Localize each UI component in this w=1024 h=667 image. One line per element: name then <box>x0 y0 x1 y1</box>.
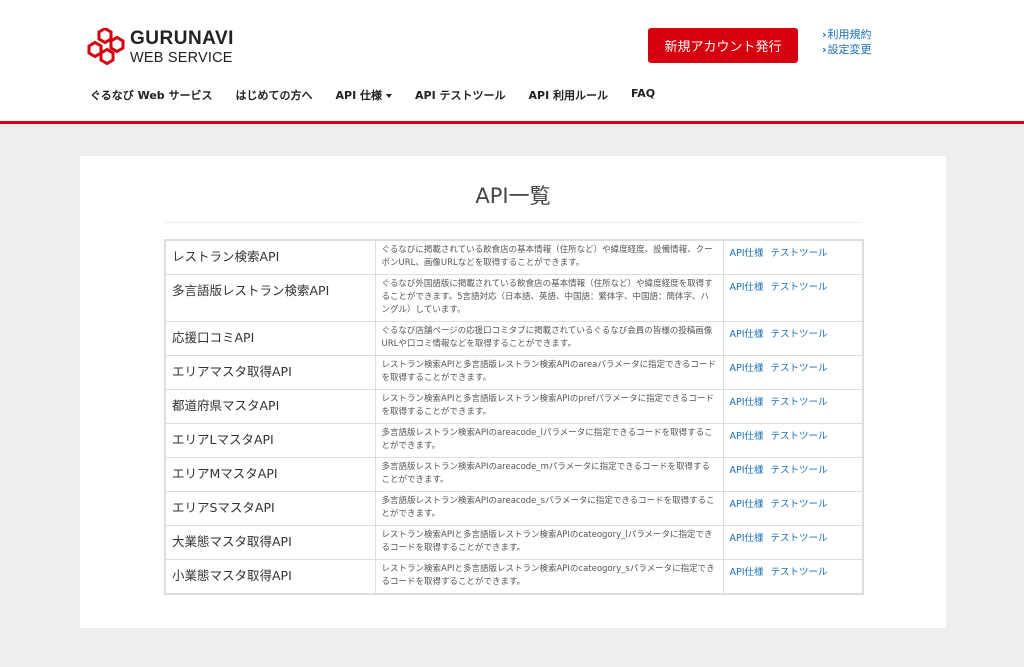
test-tool-link[interactable]: テストツール <box>771 533 828 544</box>
api-description: ぐるなびに掲載されている飲食店の基本情報（住所など）や緯度経度、設備情報、クーポ… <box>374 239 724 275</box>
nav-item-faq[interactable]: FAQ <box>631 87 655 103</box>
api-name: 大業態マスタ取得API <box>164 524 376 560</box>
test-tool-link[interactable]: テストツール <box>771 282 828 293</box>
api-description: レストラン検索APIと多言語版レストラン検索APIのprefパラメータに指定でき… <box>374 388 724 424</box>
api-links: API仕様 テストツール <box>722 558 864 595</box>
api-spec-link[interactable]: API仕様 <box>730 248 764 259</box>
test-tool-link[interactable]: テストツール <box>771 465 828 476</box>
api-spec-link[interactable]: API仕様 <box>730 363 764 374</box>
api-links: API仕様 テストツール <box>722 388 864 424</box>
api-name: エリアマスタ取得API <box>164 354 376 390</box>
table-row: 大業態マスタ取得API レストラン検索APIと多言語版レストラン検索APIのcat… <box>164 524 864 560</box>
api-links: API仕様 テストツール <box>722 524 864 560</box>
api-description: レストラン検索APIと多言語版レストラン検索APIのcateogory_lパラメ… <box>374 524 724 560</box>
api-description: レストラン検索APIと多言語版レストラン検索APIのareaパラメータに指定でき… <box>374 354 724 390</box>
api-table-body: レストラン検索API ぐるなびに掲載されている飲食店の基本情報（住所など）や緯度経… <box>164 239 864 595</box>
api-links: API仕様 テストツール <box>722 239 864 275</box>
test-tool-link[interactable]: テストツール <box>771 363 828 374</box>
api-spec-link[interactable]: API仕様 <box>730 465 764 476</box>
chevron-right-icon: › <box>822 43 827 56</box>
settings-link[interactable]: ›設定変更 <box>822 42 872 57</box>
api-table: レストラン検索API ぐるなびに掲載されている飲食店の基本情報（住所など）や緯度経… <box>164 239 864 595</box>
api-links: API仕様 テストツール <box>722 422 864 458</box>
api-name: エリアLマスタAPI <box>164 422 376 458</box>
api-links: API仕様 テストツール <box>722 354 864 390</box>
table-row: エリアマスタ取得API レストラン検索APIと多言語版レストラン検索APIのare… <box>164 354 864 390</box>
table-row: エリアMマスタAPI 多言語版レストラン検索APIのareacode_mパラメータ… <box>164 456 864 492</box>
api-links: API仕様 テストツール <box>722 456 864 492</box>
api-spec-link[interactable]: API仕様 <box>730 282 764 293</box>
api-spec-link[interactable]: API仕様 <box>730 533 764 544</box>
table-row: レストラン検索API ぐるなびに掲載されている飲食店の基本情報（住所など）や緯度経… <box>164 239 864 275</box>
api-description: 多言語版レストラン検索APIのareacode_mパラメータに指定できるコードを… <box>374 456 724 492</box>
title-divider <box>164 222 862 223</box>
header-links: ›利用規約 ›設定変更 <box>822 27 872 57</box>
table-row: エリアLマスタAPI 多言語版レストラン検索APIのareacode_lパラメータ… <box>164 422 864 458</box>
table-row: 応援口コミAPI ぐるなび店舗ページの応援口コミタブに掲載されているぐるなび会員の… <box>164 320 864 356</box>
api-name: レストラン検索API <box>164 239 376 275</box>
table-row: 小業態マスタ取得API レストラン検索APIと多言語版レストラン検索APIのcat… <box>164 558 864 595</box>
page-title: API一覧 <box>475 184 551 208</box>
test-tool-link[interactable]: テストツール <box>771 248 828 259</box>
site-header: GURUNAVI WEB SERVICE 新規アカウント発行 ›利用規約 ›設定… <box>0 0 1024 124</box>
api-spec-link[interactable]: API仕様 <box>730 397 764 408</box>
brand-name: GURUNAVI <box>130 28 234 49</box>
test-tool-link[interactable]: テストツール <box>771 499 828 510</box>
nav-item-test-tool[interactable]: API テストツール <box>415 87 506 103</box>
terms-link[interactable]: ›利用規約 <box>822 27 872 42</box>
nav-item-beginners[interactable]: はじめての方へ <box>236 87 313 103</box>
api-name: 小業態マスタ取得API <box>164 558 376 595</box>
new-account-button[interactable]: 新規アカウント発行 <box>648 28 798 63</box>
test-tool-link[interactable]: テストツール <box>771 329 828 340</box>
api-name: 都道府県マスタAPI <box>164 388 376 424</box>
caret-down-icon <box>386 94 393 98</box>
main-nav: ぐるなび Web サービス はじめての方へ API 仕様 API テストツール … <box>90 87 678 103</box>
chevron-right-icon: › <box>822 28 827 41</box>
api-description: ぐるなび外国語版に掲載されている飲食店の基本情報（住所など）や緯度経度を取得する… <box>374 273 724 322</box>
api-spec-link[interactable]: API仕様 <box>730 499 764 510</box>
api-links: API仕様 テストツール <box>722 490 864 526</box>
api-spec-link[interactable]: API仕様 <box>730 329 764 340</box>
api-name: 応援口コミAPI <box>164 320 376 356</box>
table-row: 都道府県マスタAPI レストラン検索APIと多言語版レストラン検索APIのpref… <box>164 388 864 424</box>
api-name: エリアMマスタAPI <box>164 456 376 492</box>
nav-item-usage-rules[interactable]: API 利用ルール <box>529 87 609 103</box>
test-tool-link[interactable]: テストツール <box>771 567 828 578</box>
api-links: API仕様 テストツール <box>722 320 864 356</box>
test-tool-link[interactable]: テストツール <box>771 397 828 408</box>
brand-subtitle: WEB SERVICE <box>130 50 233 66</box>
api-description: 多言語版レストラン検索APIのareacode_sパラメータに指定できるコードを… <box>374 490 724 526</box>
content-panel: API一覧 レストラン検索API ぐるなびに掲載されている飲食店の基本情報（住所な… <box>80 156 946 628</box>
api-description: レストラン検索APIと多言語版レストラン検索APIのcateogory_sパラメ… <box>374 558 724 595</box>
api-description: 多言語版レストラン検索APIのareacode_lパラメータに指定できるコードを… <box>374 422 724 458</box>
nav-item-api-spec[interactable]: API 仕様 <box>336 87 393 103</box>
table-row: 多言語版レストラン検索API ぐるなび外国語版に掲載されている飲食店の基本情報（住… <box>164 273 864 322</box>
table-row: エリアSマスタAPI 多言語版レストラン検索APIのareacode_sパラメータ… <box>164 490 864 526</box>
api-links: API仕様 テストツール <box>722 273 864 322</box>
test-tool-link[interactable]: テストツール <box>771 431 828 442</box>
api-description: ぐるなび店舗ページの応援口コミタブに掲載されているぐるなび会員の皆様の投稿画像U… <box>374 320 724 356</box>
nav-item-web-service[interactable]: ぐるなび Web サービス <box>90 87 213 103</box>
api-name: 多言語版レストラン検索API <box>164 273 376 322</box>
api-name: エリアSマスタAPI <box>164 490 376 526</box>
api-spec-link[interactable]: API仕様 <box>730 567 764 578</box>
gurunavi-logo[interactable]: GURUNAVI WEB SERVICE <box>84 26 254 70</box>
hexagon-logo-icon <box>87 28 125 66</box>
api-spec-link[interactable]: API仕様 <box>730 431 764 442</box>
